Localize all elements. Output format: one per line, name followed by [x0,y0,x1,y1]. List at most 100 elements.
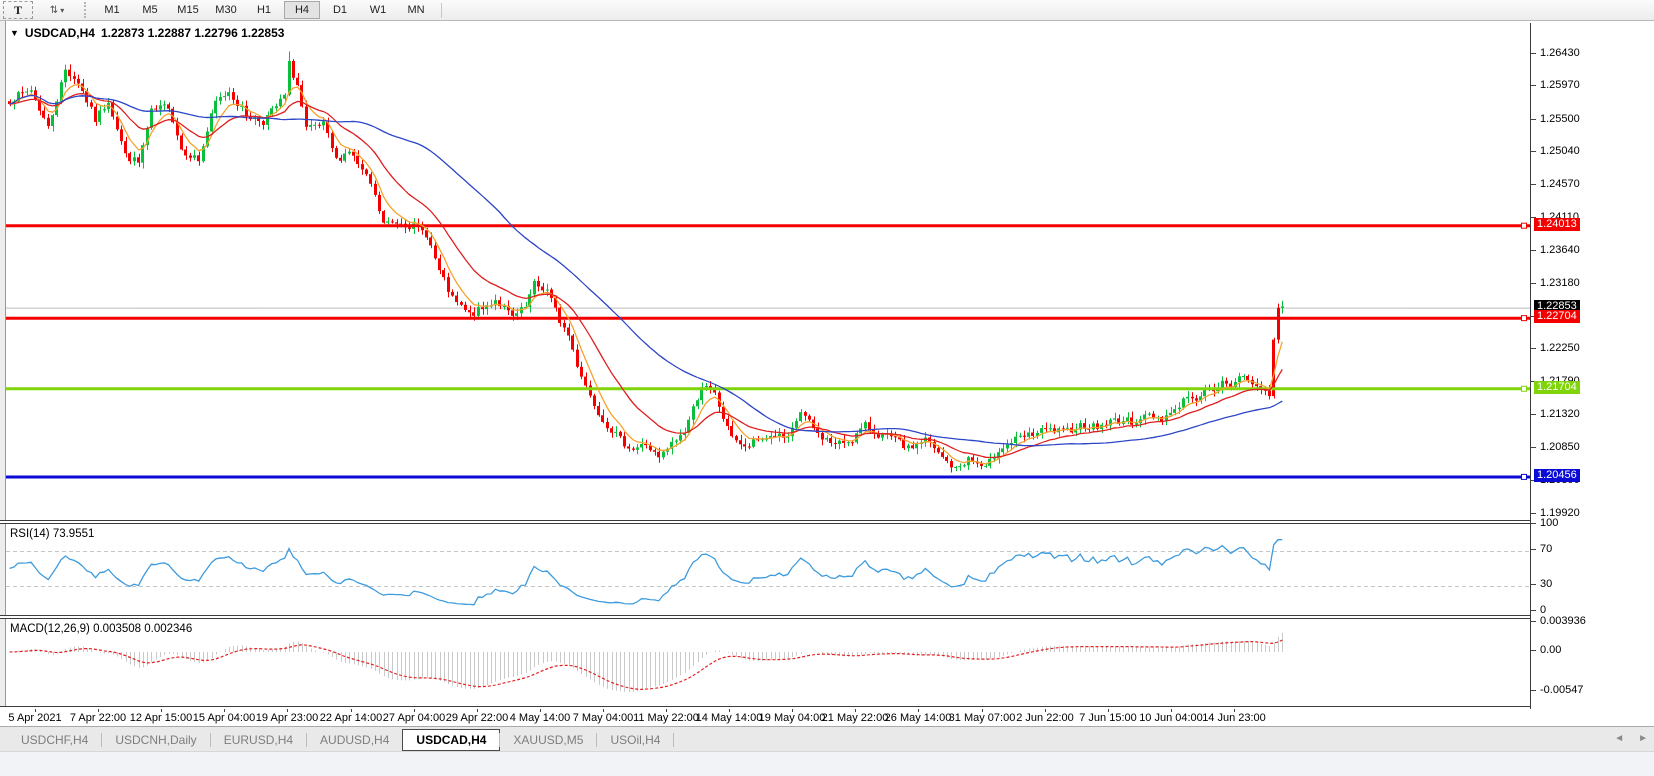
panel-separator[interactable] [0,520,1654,524]
status-strip [0,751,1654,776]
time-tick-label: 7 May 04:00 [573,712,634,724]
toolbar: T ⇅ ▾ M1M5M15M30H1H4D1W1MN [0,0,1654,21]
time-tick-label: 12 Apr 15:00 [130,712,192,724]
price-tick-mark [1531,513,1536,514]
time-axis[interactable]: 5 Apr 2021 7 Apr 22:00 12 Apr 15:0015 Apr … [0,709,1654,726]
text-tool-button[interactable]: T [3,1,33,19]
rsi-indicator-label: RSI(14) 73.9551 [10,528,94,540]
rsi-tick-mark [1531,523,1536,524]
time-tick-label: 7 Apr 22:00 [70,712,126,724]
timeframe-button-m1[interactable]: M1 [94,1,130,19]
arrange-charts-button[interactable]: ⇅ ▾ [35,1,79,19]
price-tick-mark [1531,250,1536,251]
price-tick-mark [1531,85,1536,86]
mt4-terminal: T ⇅ ▾ M1M5M15M30H1H4D1W1MN ▼ USDCAD,H4 1… [0,0,1654,754]
toolbar-separator [441,3,442,18]
rsi-tick-mark [1531,549,1536,550]
macd-tick-mark [1531,690,1536,691]
price-tick-label: 1.20850 [1540,441,1580,453]
rsi-level-label: 100 [1540,517,1558,529]
price-tick-label: 1.25970 [1540,79,1580,91]
chart-tab-usdcnh-daily[interactable]: USDCNH,Daily [102,730,209,750]
rsi-tick-mark [1531,584,1536,585]
price-line-label[interactable]: 1.21704 [1534,381,1580,394]
time-tick-label: 14 Jun 23:00 [1202,712,1266,724]
time-tick-label: 22 Apr 14:00 [320,712,382,724]
macd-scale-label: -0.00547 [1540,684,1583,696]
macd-indicator-label: MACD(12,26,9) 0.003508 0.002346 [10,623,192,635]
price-line-label[interactable]: 1.24013 [1534,218,1580,231]
price-tick-label: 1.22250 [1540,342,1580,354]
tab-scroll-right-icon[interactable]: ► [1638,733,1648,744]
chart-tab-bar: USDCHF,H4USDCNH,DailyEURUSD,H4AUDUSD,H4U… [0,726,1654,752]
chart-tab-xauusd-m5[interactable]: XAUUSD,M5 [500,730,596,750]
timeframe-button-w1[interactable]: W1 [360,1,396,19]
price-axis[interactable]: 1.264301.259701.255001.250401.245701.241… [1531,23,1654,709]
chart-menu-caret-icon[interactable]: ▼ [10,28,19,38]
dropdown-caret-icon: ▾ [60,6,64,15]
tab-divider [673,733,674,747]
price-tick-mark [1531,283,1536,284]
chart-tab-usdcad-h4[interactable]: USDCAD,H4 [402,729,500,751]
price-tick-label: 1.23640 [1540,244,1580,256]
time-tick-label: 14 May 14:00 [696,712,763,724]
chart-ohlc-quotes: 1.22873 1.22887 1.22796 1.22853 [101,26,285,40]
time-tick-label: 15 Apr 04:00 [193,712,255,724]
time-tick-label: 11 May 22:00 [633,712,699,724]
timeframe-button-h1[interactable]: H1 [246,1,282,19]
timeframe-group: M1M5M15M30H1H4D1W1MN [93,1,435,19]
time-tick-label: 7 Jun 15:00 [1079,712,1137,724]
time-tick-label: 2 Jun 22:00 [1016,712,1074,724]
price-tick-mark [1531,53,1536,54]
macd-panel-canvas[interactable] [0,619,1530,706]
chart-tab-eurusd-h4[interactable]: EURUSD,H4 [211,730,306,750]
arrange-icon: ⇅ [50,5,58,16]
time-tick-label: 29 Apr 22:00 [446,712,508,724]
price-tick-label: 1.25500 [1540,113,1580,125]
chart-tab-usoil-h4[interactable]: USOil,H4 [597,730,673,750]
price-line-label[interactable]: 1.20456 [1534,469,1580,482]
price-tick-mark [1531,348,1536,349]
price-tick-mark [1531,119,1536,120]
chart-title: ▼ USDCAD,H4 1.22873 1.22887 1.22796 1.22… [10,26,284,40]
rsi-panel-canvas[interactable] [0,524,1530,615]
tab-scroll-left-icon[interactable]: ◄ [1614,733,1624,744]
panel-separator[interactable] [0,615,1654,619]
tab-scroll-buttons: ◄ ► [1614,733,1648,744]
time-tick-label: 31 May 07:00 [949,712,1016,724]
macd-scale-label: 0.00 [1540,644,1561,656]
time-tick-label: 10 Jun 04:00 [1139,712,1203,724]
price-tick-label: 1.26430 [1540,47,1580,59]
time-tick-label: 4 May 14:00 [510,712,571,724]
price-tick-mark [1531,447,1536,448]
macd-tick-mark [1531,650,1536,651]
rsi-level-label: 30 [1540,578,1552,590]
timeframe-button-m15[interactable]: M15 [170,1,206,19]
time-tick-label: 19 May 04:00 [759,712,826,724]
price-tick-label: 1.25040 [1540,145,1580,157]
price-tick-mark [1531,414,1536,415]
chart-symbol-period: USDCAD,H4 [25,26,95,40]
macd-tick-mark [1531,621,1536,622]
time-tick-label: 26 May 14:00 [885,712,952,724]
timeframe-button-d1[interactable]: D1 [322,1,358,19]
price-tick-mark [1531,151,1536,152]
chart-tabs: USDCHF,H4USDCNH,DailyEURUSD,H4AUDUSD,H4U… [8,729,674,751]
chart-tab-audusd-h4[interactable]: AUDUSD,H4 [307,730,402,750]
time-tick-label: 19 Apr 23:00 [256,712,318,724]
chart-window: ▼ USDCAD,H4 1.22873 1.22887 1.22796 1.22… [0,21,1654,754]
price-line-label[interactable]: 1.22704 [1534,310,1580,323]
chart-tab-usdchf-h4[interactable]: USDCHF,H4 [8,730,101,750]
price-tick-label: 1.24570 [1540,178,1580,190]
rsi-tick-mark [1531,610,1536,611]
time-tick-label: 21 May 22:00 [822,712,889,724]
timeframe-button-m30[interactable]: M30 [208,1,244,19]
timeframe-button-h4[interactable]: H4 [284,1,320,19]
macd-scale-label: 0.003936 [1540,615,1586,627]
price-chart-canvas[interactable] [0,23,1530,520]
price-tick-mark [1531,184,1536,185]
timeframe-button-m5[interactable]: M5 [132,1,168,19]
toolbar-grip [84,2,89,18]
time-tick-label: 5 Apr 2021 [8,712,61,724]
timeframe-button-mn[interactable]: MN [398,1,434,19]
